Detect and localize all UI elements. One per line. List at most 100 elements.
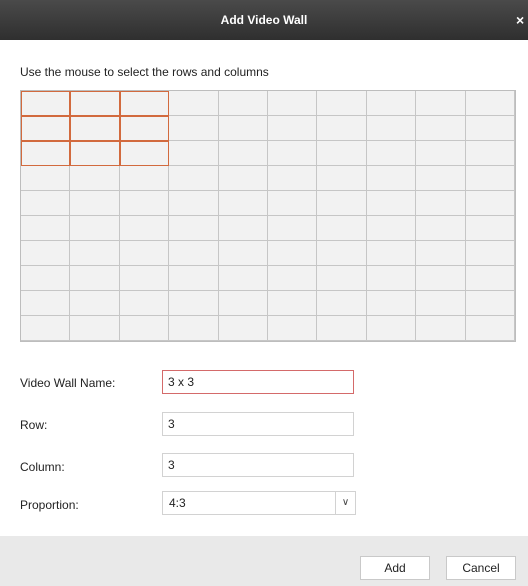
grid-cell[interactable] <box>218 141 268 166</box>
grid-cell[interactable] <box>21 216 71 241</box>
grid-cell[interactable] <box>366 116 417 141</box>
grid-cell[interactable] <box>268 241 318 266</box>
grid-cell[interactable] <box>317 116 367 141</box>
grid-cell[interactable] <box>317 216 367 241</box>
grid-cell[interactable] <box>119 241 170 266</box>
grid-cell[interactable] <box>21 241 71 266</box>
grid-cell[interactable] <box>366 216 417 241</box>
grid-cell[interactable] <box>218 291 268 316</box>
grid-cell[interactable] <box>169 91 219 116</box>
grid-cell[interactable] <box>119 216 170 241</box>
grid-cell[interactable] <box>366 141 417 166</box>
grid-cell[interactable] <box>465 116 515 141</box>
video-wall-name-input[interactable] <box>162 370 354 394</box>
grid-cell[interactable] <box>416 291 466 316</box>
grid-cell[interactable] <box>366 166 417 191</box>
grid-cell[interactable] <box>169 241 219 266</box>
grid-cell[interactable] <box>70 166 120 191</box>
grid-cell[interactable] <box>70 316 120 341</box>
grid-cell[interactable] <box>317 141 367 166</box>
grid-cell[interactable] <box>317 266 367 291</box>
grid-cell[interactable] <box>119 191 170 216</box>
grid-cell[interactable] <box>119 291 170 316</box>
grid-cell[interactable] <box>416 216 466 241</box>
grid-cell[interactable] <box>416 116 466 141</box>
grid-cell[interactable] <box>21 291 71 316</box>
grid-cell[interactable] <box>169 116 219 141</box>
grid-cell[interactable] <box>317 291 367 316</box>
grid-cell[interactable] <box>119 166 170 191</box>
grid-cell[interactable] <box>268 316 318 341</box>
grid-cell[interactable] <box>119 141 170 166</box>
grid-cell[interactable] <box>119 91 170 116</box>
grid-cell[interactable] <box>416 266 466 291</box>
grid-cell[interactable] <box>21 116 71 141</box>
grid-cell[interactable] <box>169 141 219 166</box>
grid-cell[interactable] <box>465 191 515 216</box>
grid-cell[interactable] <box>218 316 268 341</box>
grid-cell[interactable] <box>169 191 219 216</box>
grid-cell[interactable] <box>218 116 268 141</box>
grid-cell[interactable] <box>70 291 120 316</box>
grid-cell[interactable] <box>416 141 466 166</box>
video-wall-grid[interactable] <box>20 90 516 342</box>
grid-cell[interactable] <box>218 91 268 116</box>
grid-cell[interactable] <box>366 241 417 266</box>
grid-cell[interactable] <box>268 291 318 316</box>
grid-cell[interactable] <box>119 266 170 291</box>
grid-cell[interactable] <box>218 266 268 291</box>
row-input[interactable] <box>162 412 354 436</box>
grid-cell[interactable] <box>465 316 515 341</box>
grid-cell[interactable] <box>21 316 71 341</box>
grid-cell[interactable] <box>21 266 71 291</box>
grid-cell[interactable] <box>416 166 466 191</box>
grid-cell[interactable] <box>465 291 515 316</box>
add-button[interactable]: Add <box>360 556 430 580</box>
grid-cell[interactable] <box>169 216 219 241</box>
grid-cell[interactable] <box>465 141 515 166</box>
grid-cell[interactable] <box>317 91 367 116</box>
grid-cell[interactable] <box>465 266 515 291</box>
grid-cell[interactable] <box>268 91 318 116</box>
grid-cell[interactable] <box>366 291 417 316</box>
grid-cell[interactable] <box>268 141 318 166</box>
chevron-down-icon[interactable]: ∨ <box>335 492 355 514</box>
grid-cell[interactable] <box>465 241 515 266</box>
close-icon[interactable]: × <box>516 0 528 40</box>
grid-cell[interactable] <box>70 241 120 266</box>
grid-cell[interactable] <box>268 216 318 241</box>
grid-cell[interactable] <box>268 116 318 141</box>
grid-cell[interactable] <box>465 91 515 116</box>
grid-cell[interactable] <box>366 191 417 216</box>
grid-cell[interactable] <box>416 316 466 341</box>
grid-cell[interactable] <box>70 141 120 166</box>
grid-cell[interactable] <box>416 241 466 266</box>
grid-cell[interactable] <box>21 141 71 166</box>
grid-cell[interactable] <box>366 266 417 291</box>
grid-cell[interactable] <box>268 266 318 291</box>
grid-cell[interactable] <box>366 91 417 116</box>
grid-cell[interactable] <box>317 316 367 341</box>
grid-cell[interactable] <box>21 191 71 216</box>
grid-cell[interactable] <box>169 291 219 316</box>
grid-cell[interactable] <box>465 166 515 191</box>
grid-cell[interactable] <box>119 316 170 341</box>
grid-cell[interactable] <box>169 266 219 291</box>
grid-cell[interactable] <box>218 216 268 241</box>
grid-cell[interactable] <box>21 166 71 191</box>
cancel-button[interactable]: Cancel <box>446 556 516 580</box>
grid-cell[interactable] <box>70 216 120 241</box>
proportion-select[interactable]: 4:3 ∨ <box>162 491 356 515</box>
grid-cell[interactable] <box>317 241 367 266</box>
grid-cell[interactable] <box>465 216 515 241</box>
grid-cell[interactable] <box>268 191 318 216</box>
grid-cell[interactable] <box>70 116 120 141</box>
grid-cell[interactable] <box>218 191 268 216</box>
grid-cell[interactable] <box>218 241 268 266</box>
grid-cell[interactable] <box>21 91 71 116</box>
grid-cell[interactable] <box>416 191 466 216</box>
grid-cell[interactable] <box>70 91 120 116</box>
column-input[interactable] <box>162 453 354 477</box>
grid-cell[interactable] <box>169 316 219 341</box>
grid-cell[interactable] <box>416 91 466 116</box>
